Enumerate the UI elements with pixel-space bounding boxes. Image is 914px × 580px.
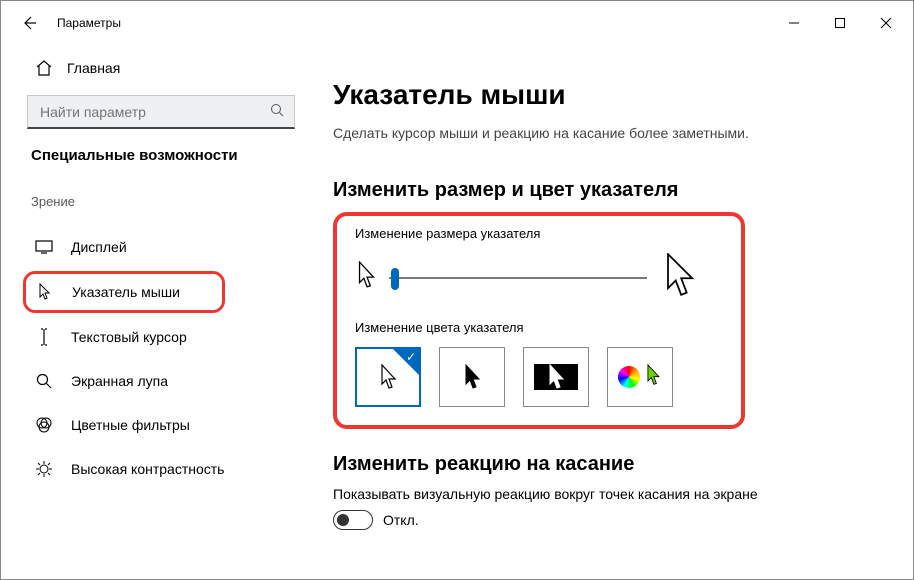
sidebar-item-high-contrast[interactable]: Высокая контрастность [1,447,321,491]
large-cursor-icon [659,253,699,302]
magnifier-icon [33,373,55,389]
sidebar-item-label: Экранная лупа [71,373,168,389]
mouse-pointer-icon [34,283,56,301]
page-description: Сделать курсор мыши и реакцию на касание… [333,125,873,141]
sidebar-item-label: Дисплей [71,239,127,255]
high-contrast-icon [33,461,55,477]
sidebar-item-label: Высокая контрастность [71,461,224,477]
sidebar-item-magnifier[interactable]: Экранная лупа [1,359,321,403]
text-cursor-icon [33,328,55,346]
pointer-color-custom[interactable] [607,347,673,407]
slider-thumb[interactable] [391,268,399,290]
search-icon [270,103,284,120]
color-filters-icon [33,417,55,433]
green-cursor-icon [644,364,662,391]
pointer-color-white[interactable]: ✓ [355,347,421,407]
maximize-button[interactable] [817,7,863,39]
back-button[interactable] [13,7,45,39]
sidebar-section-title: Специальные возможности [1,147,321,164]
touch-feedback-toggle[interactable] [333,510,373,530]
annotation-highlight: Изменение размера указателя Изменение цв… [333,212,745,429]
pointer-color-label: Изменение цвета указателя [355,320,723,335]
inverted-bg [534,364,578,390]
sidebar-group-label: Зрение [1,194,321,209]
sidebar: Главная Специальные возможности Зрение Д… [1,45,321,579]
minimize-button[interactable] [771,7,817,39]
main-content: Указатель мыши Сделать курсор мыши и реа… [321,45,913,579]
sidebar-item-color-filters[interactable]: Цветные фильтры [1,403,321,447]
pointer-size-label: Изменение размера указателя [355,226,723,241]
toggle-knob [337,514,349,526]
window-title: Параметры [57,16,121,30]
close-button[interactable] [863,7,909,39]
sidebar-home[interactable]: Главная [1,53,321,83]
check-icon: ✓ [406,350,416,364]
rainbow-icon [618,366,640,388]
section-size-color-title: Изменить размер и цвет указателя [333,179,873,202]
sidebar-item-display[interactable]: Дисплей [1,225,321,269]
page-title: Указатель мыши [333,79,873,111]
sidebar-item-label: Указатель мыши [72,284,180,300]
section-touch-title: Изменить реакцию на касание [333,453,873,476]
touch-feedback-label: Показывать визуальную реакцию вокруг точ… [333,486,873,502]
sidebar-home-label: Главная [67,60,120,76]
sidebar-item-mouse-pointer[interactable]: Указатель мыши [23,271,225,313]
small-cursor-icon [355,261,377,294]
pointer-color-black[interactable] [439,347,505,407]
search-input[interactable] [38,103,270,121]
home-icon [33,59,55,77]
sidebar-item-text-cursor[interactable]: Текстовый курсор [1,315,321,359]
sidebar-item-label: Текстовый курсор [71,329,187,345]
display-icon [33,240,55,254]
sidebar-item-label: Цветные фильтры [71,417,190,433]
search-box[interactable] [27,95,295,129]
slider-track[interactable] [389,277,647,279]
pointer-color-inverted[interactable] [523,347,589,407]
pointer-size-slider[interactable] [355,253,723,302]
toggle-state-label: Откл. [383,512,419,528]
